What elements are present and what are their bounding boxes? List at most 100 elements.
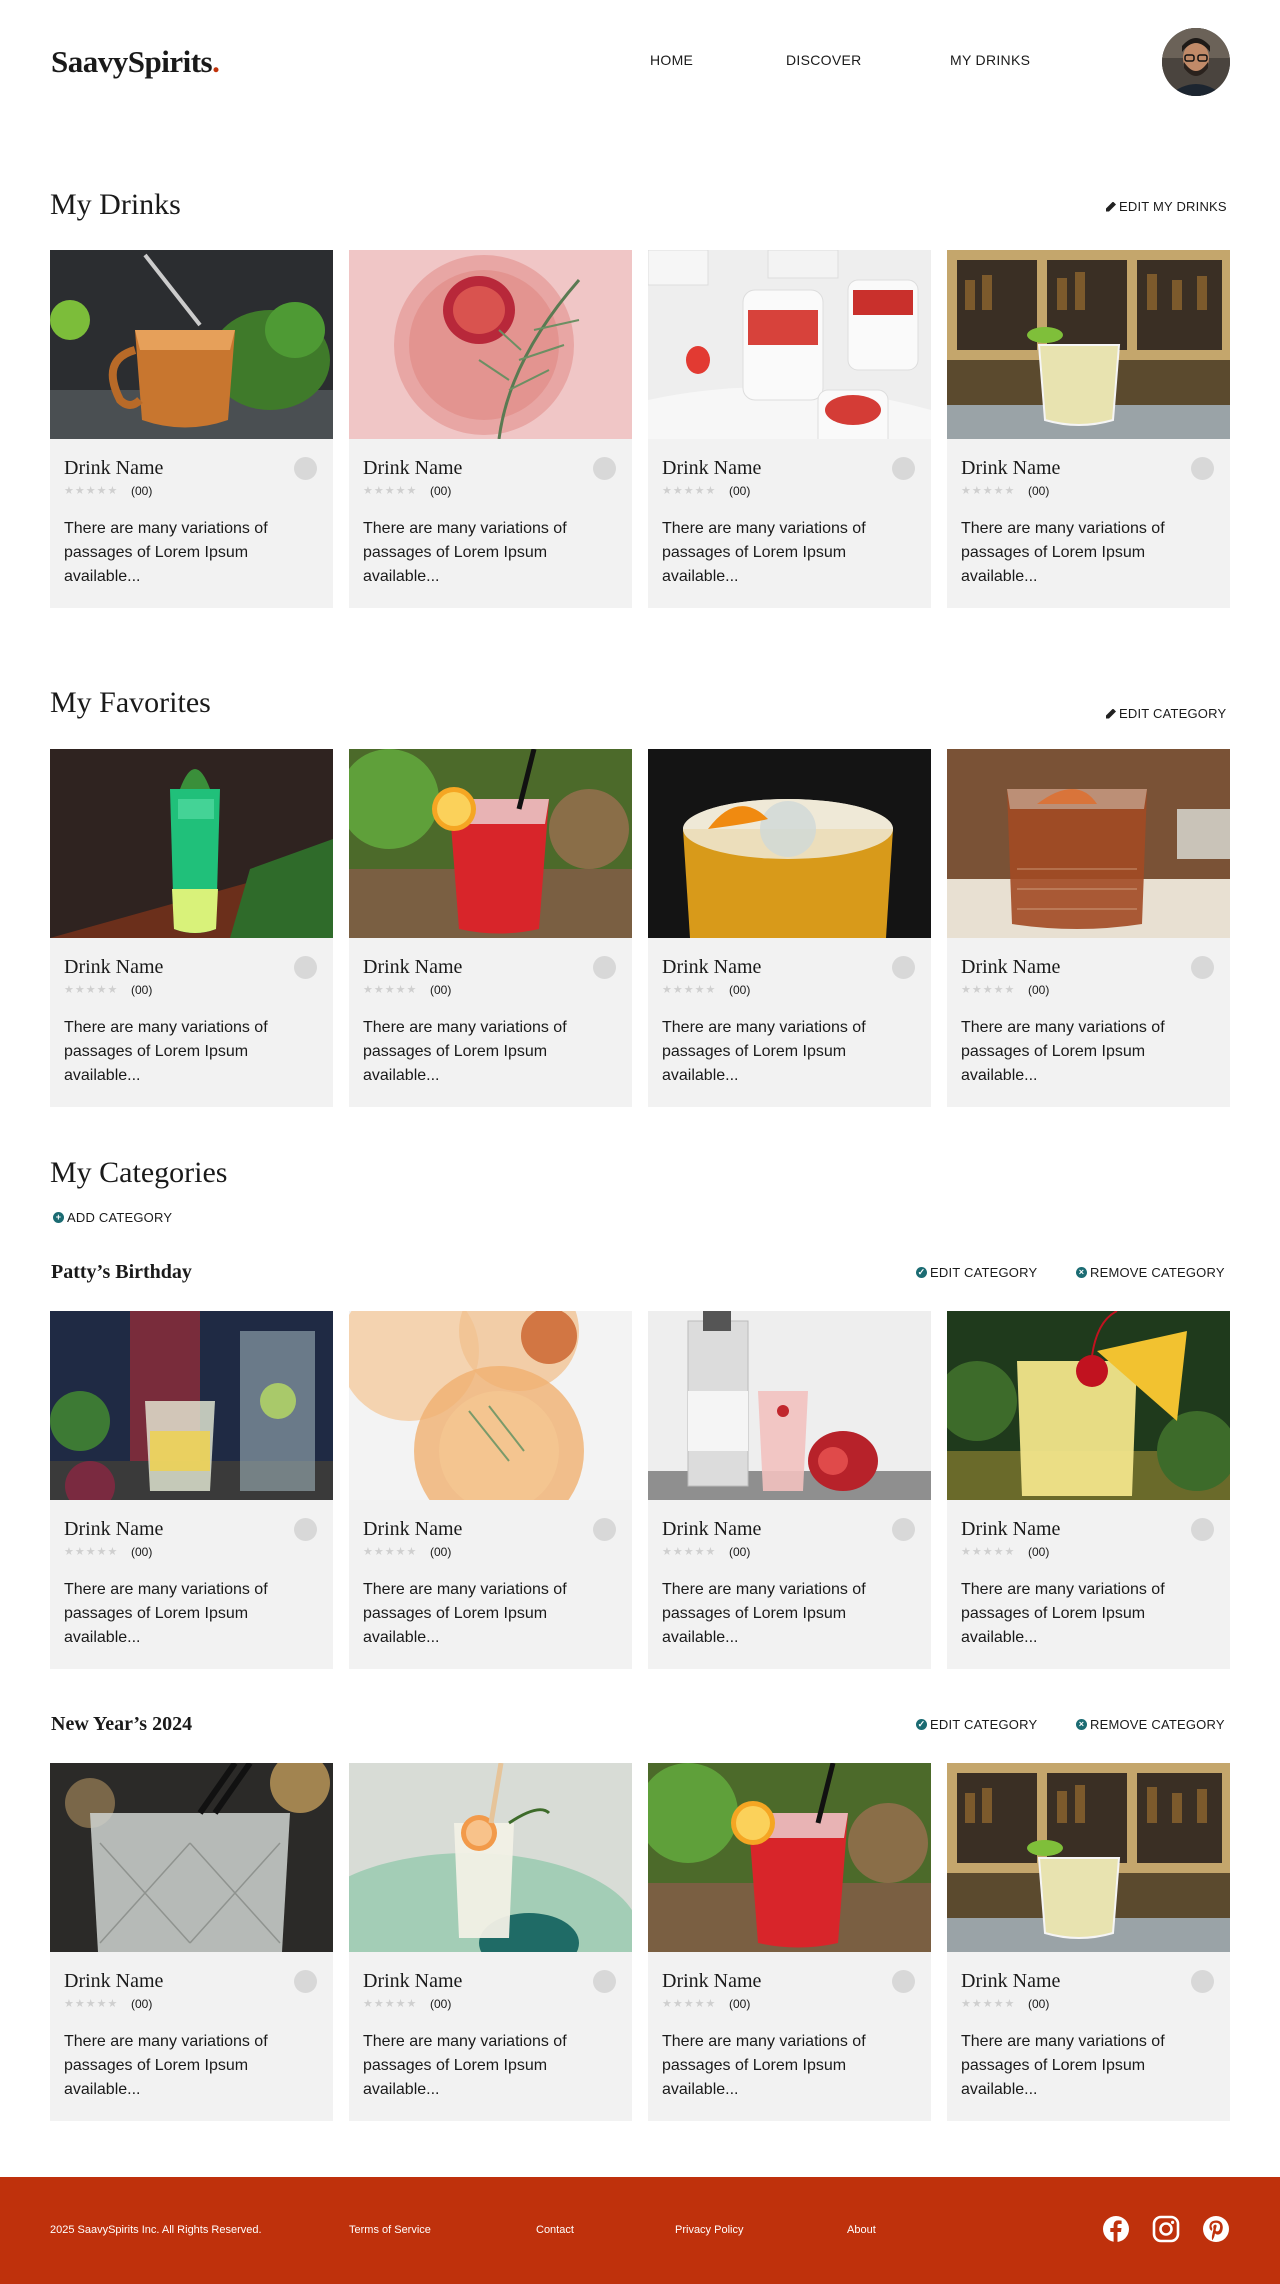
favorite-toggle[interactable] <box>892 1518 915 1541</box>
nav-my-drinks[interactable]: MY DRINKS <box>950 52 1030 68</box>
favorite-toggle[interactable] <box>892 956 915 979</box>
footer-link-terms[interactable]: Terms of Service <box>349 2224 431 2236</box>
footer-link-about[interactable]: About <box>847 2224 876 2236</box>
pencil-icon <box>1106 201 1116 212</box>
drink-image[interactable] <box>947 1311 1230 1500</box>
favorite-toggle[interactable] <box>1191 1970 1214 1993</box>
drink-image[interactable] <box>50 1311 333 1500</box>
drink-name: Drink Name <box>64 956 164 978</box>
drink-name: Drink Name <box>662 457 762 479</box>
nav-home[interactable]: HOME <box>650 52 693 68</box>
check-circle-icon: ✓ <box>916 1267 927 1278</box>
drink-image[interactable] <box>50 1763 333 1952</box>
drink-description: There are many variations of passages of… <box>662 1581 866 1646</box>
footer-link-contact[interactable]: Contact <box>536 2224 574 2236</box>
favorite-toggle[interactable] <box>593 956 616 979</box>
drink-card[interactable]: Drink Name ★★★★★ (00) There are many variat… <box>50 1763 333 2121</box>
favorite-toggle[interactable] <box>892 457 915 480</box>
remove-circle-icon: × <box>1076 1267 1087 1278</box>
drink-image[interactable] <box>947 1763 1230 1952</box>
edit-my-drinks-link[interactable]: EDIT MY DRINKS <box>1106 199 1227 214</box>
edit-favorites-label: EDIT CATEGORY <box>1119 706 1227 721</box>
logo-dot: . <box>212 44 220 79</box>
favorite-toggle[interactable] <box>1191 956 1214 979</box>
instagram-icon[interactable] <box>1152 2215 1180 2243</box>
drink-image[interactable] <box>947 749 1230 938</box>
edit-category-link[interactable]: ✓ EDIT CATEGORY <box>916 1717 1037 1732</box>
remove-category-link[interactable]: × REMOVE CATEGORY <box>1076 1265 1225 1280</box>
star-rating: ★★★★★ <box>961 984 1016 996</box>
pinterest-icon[interactable] <box>1202 2215 1230 2243</box>
drink-name: Drink Name <box>363 1518 463 1540</box>
drink-card[interactable]: Drink Name ★★★★★ (00) There are many variat… <box>50 1311 333 1669</box>
drink-card[interactable]: Drink Name ★★★★★ (00) There are many variat… <box>50 250 333 608</box>
drink-image[interactable] <box>648 1311 931 1500</box>
drink-card[interactable]: Drink Name ★★★★★ (00) There are many variat… <box>648 1311 931 1669</box>
drink-image[interactable] <box>648 1763 931 1952</box>
star-rating: ★★★★★ <box>64 485 119 497</box>
favorite-toggle[interactable] <box>892 1970 915 1993</box>
drink-image[interactable] <box>349 1311 632 1500</box>
favorite-toggle[interactable] <box>1191 1518 1214 1541</box>
edit-favorites-link[interactable]: EDIT CATEGORY <box>1106 706 1226 721</box>
drink-card[interactable]: Drink Name ★★★★★ (00) There are many variat… <box>947 749 1230 1107</box>
drink-description: There are many variations of passages of… <box>64 2033 268 2098</box>
drink-card[interactable]: Drink Name ★★★★★ (00) There are many variat… <box>349 1311 632 1669</box>
favorite-toggle[interactable] <box>593 1518 616 1541</box>
drink-image[interactable] <box>50 749 333 938</box>
footer-link-privacy[interactable]: Privacy Policy <box>675 2224 743 2236</box>
drink-description: There are many variations of passages of… <box>961 1019 1165 1084</box>
favorite-toggle[interactable] <box>294 457 317 480</box>
favorite-toggle[interactable] <box>593 457 616 480</box>
drink-image[interactable] <box>349 250 632 439</box>
drink-card[interactable]: Drink Name ★★★★★ (00) There are many variat… <box>648 749 931 1107</box>
favorite-toggle[interactable] <box>1191 457 1214 480</box>
nav-discover[interactable]: DISCOVER <box>786 52 862 68</box>
drink-card[interactable]: Drink Name ★★★★★ (00) There are many variat… <box>349 250 632 608</box>
footer-copyright: 2025 SaavySpirits Inc. All Rights Reserv… <box>50 2224 262 2236</box>
site-footer: 2025 SaavySpirits Inc. All Rights Reserv… <box>0 2177 1280 2284</box>
drink-image[interactable] <box>349 749 632 938</box>
user-avatar[interactable] <box>1162 28 1230 96</box>
drink-card[interactable]: Drink Name ★★★★★ (00) There are many variat… <box>349 749 632 1107</box>
edit-category-link[interactable]: ✓ EDIT CATEGORY <box>916 1265 1037 1280</box>
drink-name: Drink Name <box>662 1518 762 1540</box>
drink-card[interactable]: Drink Name ★★★★★ (00) There are many variat… <box>50 749 333 1107</box>
remove-circle-icon: × <box>1076 1719 1087 1730</box>
category-title-new-years-2024: New Year’s 2024 <box>51 1713 193 1735</box>
drink-name: Drink Name <box>662 956 762 978</box>
favorite-toggle[interactable] <box>593 1970 616 1993</box>
rating-count: (00) <box>1028 1545 1050 1559</box>
drink-image[interactable] <box>947 250 1230 439</box>
rating-count: (00) <box>729 1997 751 2011</box>
drink-card[interactable]: Drink Name ★★★★★ (00) There are many variat… <box>648 250 931 608</box>
drink-name: Drink Name <box>363 457 463 479</box>
drink-name: Drink Name <box>961 956 1061 978</box>
drink-card[interactable]: Drink Name ★★★★★ (00) There are many variat… <box>947 250 1230 608</box>
star-rating: ★★★★★ <box>662 984 717 996</box>
drink-name: Drink Name <box>363 956 463 978</box>
facebook-icon[interactable] <box>1102 2215 1130 2243</box>
site-logo[interactable]: SaavySpirits. <box>51 44 220 80</box>
drink-card[interactable]: Drink Name ★★★★★ (00) There are many variat… <box>648 1763 931 2121</box>
drink-description: There are many variations of passages of… <box>64 1019 268 1084</box>
remove-category-link[interactable]: × REMOVE CATEGORY <box>1076 1717 1225 1732</box>
drink-card[interactable]: Drink Name ★★★★★ (00) There are many variat… <box>947 1763 1230 2121</box>
edit-category-label: EDIT CATEGORY <box>930 1717 1038 1732</box>
check-circle-icon: ✓ <box>916 1719 927 1730</box>
favorite-toggle[interactable] <box>294 1518 317 1541</box>
rating-count: (00) <box>430 1997 452 2011</box>
favorite-toggle[interactable] <box>294 956 317 979</box>
favorite-toggle[interactable] <box>294 1970 317 1993</box>
drink-card[interactable]: Drink Name ★★★★★ (00) There are many variat… <box>947 1311 1230 1669</box>
my-drinks-title: My Drinks <box>50 188 181 221</box>
my-categories-title: My Categories <box>50 1156 228 1189</box>
drink-card[interactable]: Drink Name ★★★★★ (00) There are many variat… <box>349 1763 632 2121</box>
drink-image[interactable] <box>648 250 931 439</box>
rating-count: (00) <box>131 1545 153 1559</box>
drink-image[interactable] <box>349 1763 632 1952</box>
add-category-link[interactable]: + ADD CATEGORY <box>53 1210 172 1225</box>
drink-image[interactable] <box>50 250 333 439</box>
drink-image[interactable] <box>648 749 931 938</box>
star-rating: ★★★★★ <box>363 485 418 497</box>
